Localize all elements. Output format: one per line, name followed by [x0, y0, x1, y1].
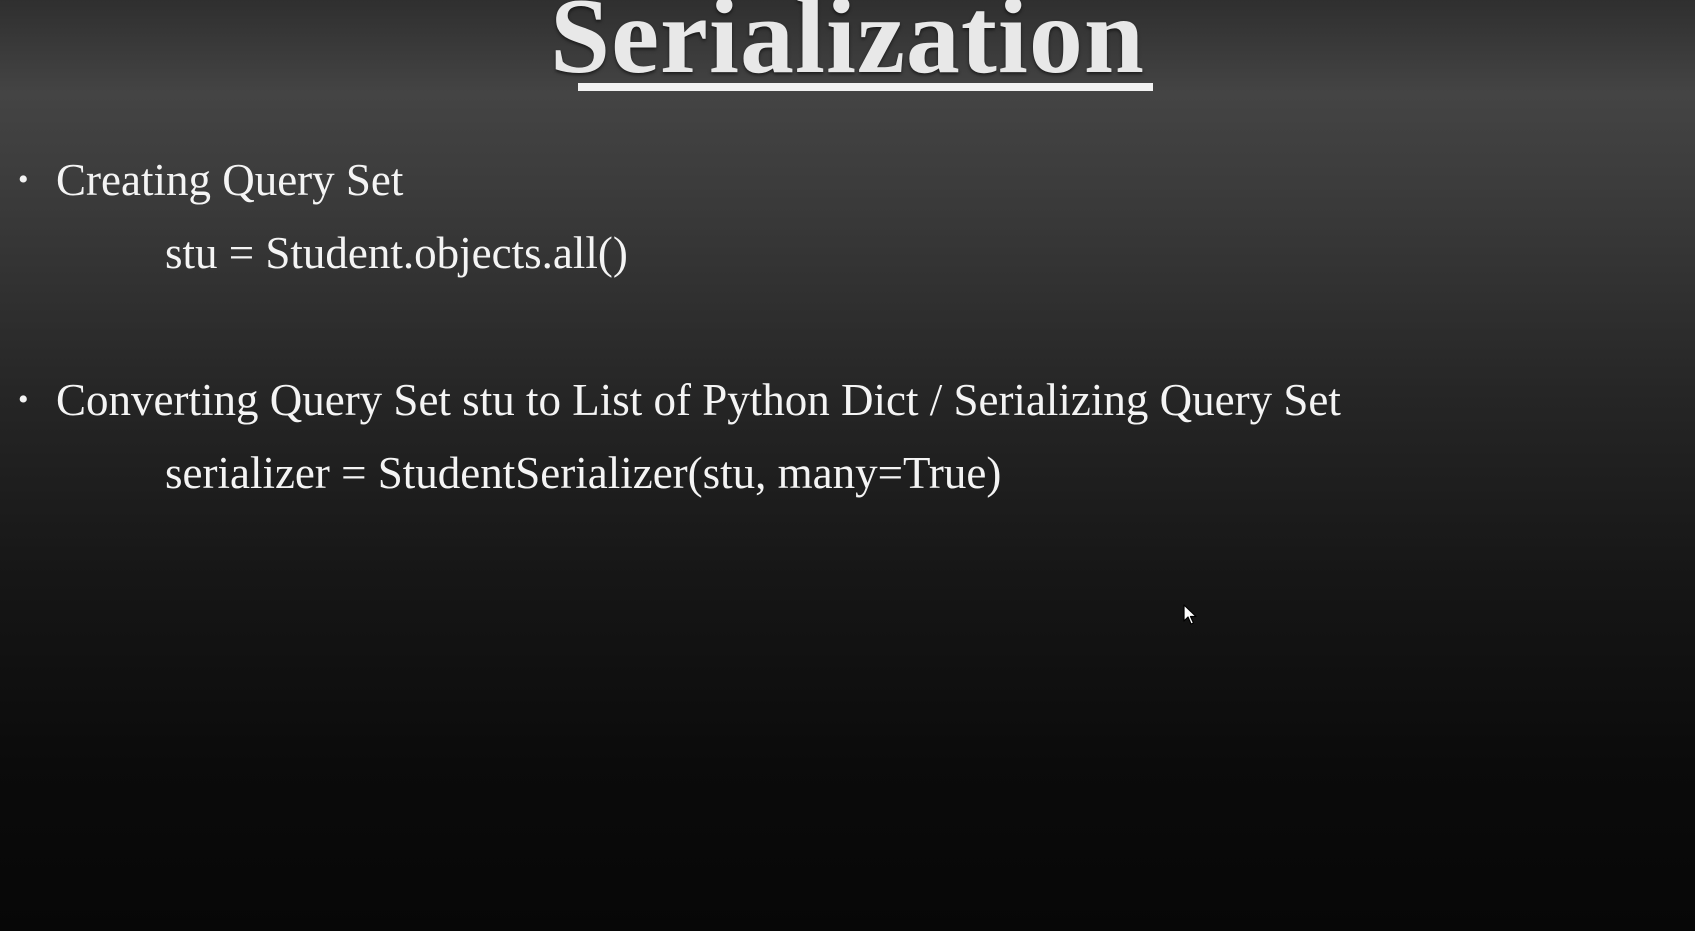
- bullet-text: Creating Query Set: [56, 155, 404, 205]
- bullet-icon: •: [18, 163, 29, 196]
- mouse-pointer-icon: [1183, 604, 1197, 625]
- code-line-serializer: serializer = StudentSerializer(stu, many…: [165, 448, 1002, 498]
- slide: Serialization • Creating Query Set stu = …: [0, 0, 1695, 931]
- title-underline: [578, 83, 1153, 91]
- code-line-query-set: stu = Student.objects.all(): [165, 228, 628, 278]
- bullet-item-serializing-query-set: • Converting Query Set stu to List of Pyt…: [18, 372, 1341, 428]
- bullet-text: Converting Query Set stu to List of Pyth…: [56, 375, 1341, 425]
- bullet-icon: •: [18, 383, 29, 416]
- bullet-item-creating-query-set: • Creating Query Set: [18, 152, 403, 208]
